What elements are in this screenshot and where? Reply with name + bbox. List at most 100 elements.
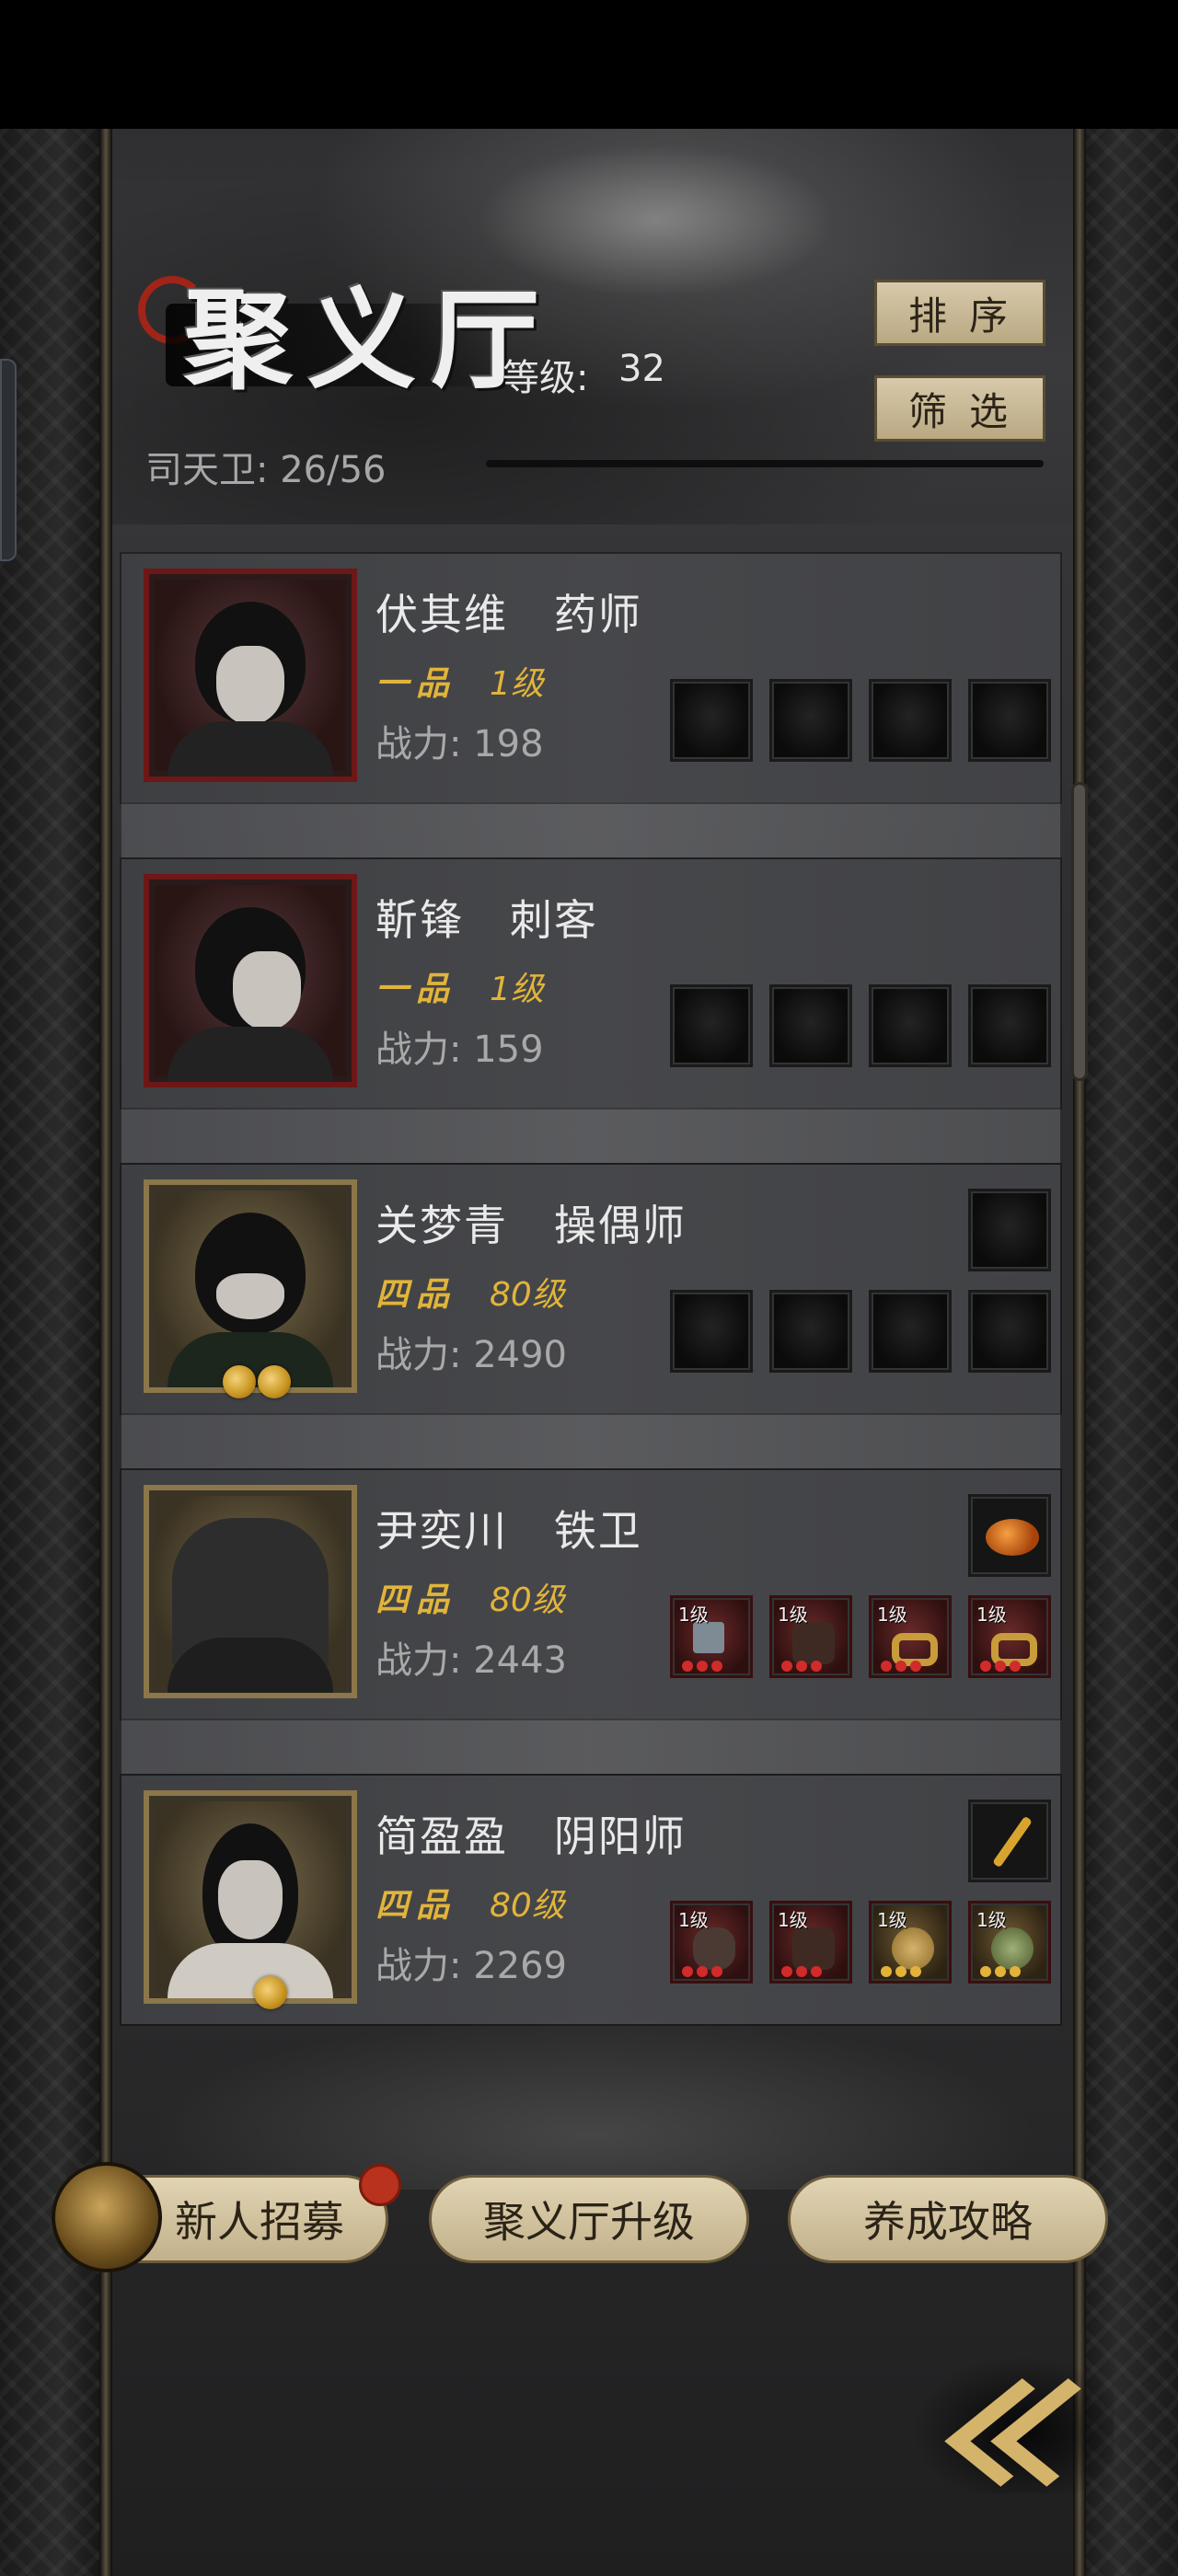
member-portrait[interactable]	[144, 1179, 357, 1393]
member-name: 靳锋 刺客	[375, 895, 598, 945]
portrait-shoulders	[167, 1638, 333, 1693]
member-card[interactable]: 关梦青 操偶师 四品 80级 战力: 2490	[121, 1165, 1060, 1413]
page-title: 聚义厅	[184, 276, 555, 404]
guide-button[interactable]: 养成攻略	[788, 2175, 1108, 2263]
special-slot-gem[interactable]	[968, 1494, 1051, 1577]
armor-icon	[792, 1927, 835, 1970]
portrait-shoulders	[167, 721, 333, 776]
list-divider	[121, 1715, 1060, 1774]
equipment-slot-empty[interactable]	[869, 1290, 952, 1373]
member-power: 战力: 2443	[375, 1639, 567, 1682]
member-level: 1级	[490, 971, 544, 1008]
member-grade: 一品	[375, 970, 457, 1008]
equip-level: 1级	[877, 1604, 907, 1626]
equipment-slot-empty[interactable]	[869, 679, 952, 762]
equip-stars	[682, 1661, 722, 1672]
equip-level: 1级	[778, 1909, 808, 1931]
tool-icon	[693, 1927, 735, 1970]
equipment-slot[interactable]: 1级	[968, 1901, 1051, 1984]
equip-stars	[682, 1966, 722, 1977]
sort-button[interactable]: 排序	[874, 280, 1045, 346]
equip-level: 1级	[678, 1604, 709, 1626]
portrait-shoulders	[167, 1943, 333, 1998]
member-grade: 四品	[375, 1886, 457, 1925]
equip-stars	[881, 1966, 921, 1977]
equipment-slot[interactable]: 1级	[670, 1595, 753, 1678]
portrait-face	[218, 1860, 283, 1939]
member-name: 关梦青 操偶师	[375, 1201, 687, 1250]
list-scrollbar[interactable]	[1071, 782, 1088, 1081]
filter-button[interactable]: 筛选	[874, 375, 1045, 442]
member-name: 尹奕川 铁卫	[375, 1506, 642, 1556]
notification-dot-icon	[359, 2164, 401, 2206]
equipment-slot-empty[interactable]	[670, 679, 753, 762]
equipment-slot[interactable]: 1级	[968, 1595, 1051, 1678]
member-level: 80级	[490, 1581, 565, 1619]
equipment-slot[interactable]: 1级	[670, 1901, 753, 1984]
member-grade: 四品	[375, 1581, 457, 1619]
amber-gem-icon	[986, 1519, 1039, 1556]
back-button[interactable]	[911, 2355, 1125, 2493]
guard-progress-track	[486, 460, 1044, 467]
equipment-slot-empty[interactable]	[869, 984, 952, 1067]
portrait-face	[216, 646, 284, 725]
special-slot-staff[interactable]	[968, 1800, 1051, 1882]
equipment-slot-empty[interactable]	[968, 679, 1051, 762]
list-divider	[121, 799, 1060, 857]
equipment-slot-empty[interactable]	[968, 1290, 1051, 1373]
list-divider	[121, 1104, 1060, 1163]
jade-coin-icon	[991, 1927, 1034, 1970]
equipment-slot-empty[interactable]	[670, 1290, 753, 1373]
equip-stars	[881, 1661, 921, 1672]
member-power: 战力: 198	[375, 723, 544, 765]
awakening-swirl-icon	[258, 1365, 291, 1398]
equipment-slot-empty[interactable]	[670, 984, 753, 1067]
mist-overlay	[112, 2006, 1073, 2190]
portrait-shoulders	[167, 1027, 333, 1082]
portrait-face	[232, 951, 301, 1030]
member-card[interactable]: 靳锋 刺客 一品 1级 战力: 159	[121, 859, 1060, 1108]
equipment-slot-empty[interactable]	[968, 984, 1051, 1067]
equip-stars	[781, 1661, 822, 1672]
member-card[interactable]: 尹奕川 铁卫 四品 80级 战力: 2443 1级 1级 1级 1级	[121, 1470, 1060, 1719]
guard-count: 司天卫: 26/56	[145, 449, 387, 491]
member-level: 80级	[490, 1887, 565, 1925]
status-bar	[0, 0, 1178, 129]
equipment-slot[interactable]: 1级	[769, 1595, 852, 1678]
side-edge-tab[interactable]	[0, 359, 17, 561]
member-name: 简盈盈 阴阳师	[375, 1811, 687, 1861]
equipment-slot[interactable]: 1级	[869, 1595, 952, 1678]
equip-level: 1级	[877, 1909, 907, 1931]
equipment-slot[interactable]: 1级	[769, 1901, 852, 1984]
member-grade: 四品	[375, 1275, 457, 1314]
equip-stars	[980, 1966, 1021, 1977]
hall-level-label: 等级:	[502, 357, 589, 399]
member-name: 伏其维 药师	[375, 590, 642, 639]
equip-level: 1级	[976, 1604, 1007, 1626]
member-portrait[interactable]	[144, 874, 357, 1087]
member-portrait[interactable]	[144, 569, 357, 782]
member-grade: 一品	[375, 664, 457, 703]
awakening-badges	[254, 1976, 287, 2009]
talisman-icon	[892, 1927, 934, 1970]
hall-level-value: 32	[618, 348, 665, 390]
equip-level: 1级	[976, 1909, 1007, 1931]
equipment-slot[interactable]: 1级	[869, 1901, 952, 1984]
awakening-badges	[223, 1365, 291, 1398]
awakening-swirl-icon	[254, 1976, 287, 2009]
recruit-token-icon[interactable]	[52, 2162, 162, 2272]
member-portrait[interactable]	[144, 1790, 357, 2004]
member-portrait[interactable]	[144, 1485, 357, 1698]
equipment-slot-empty[interactable]	[769, 1290, 852, 1373]
hammer-weapon-icon	[693, 1622, 724, 1653]
equipment-slot-empty[interactable]	[769, 984, 852, 1067]
equip-level: 1级	[678, 1909, 709, 1931]
golden-staff-icon	[992, 1815, 1033, 1869]
member-power: 战力: 2490	[375, 1334, 567, 1376]
member-card[interactable]: 简盈盈 阴阳师 四品 80级 战力: 2269 1级 1级 1级 1级	[121, 1776, 1060, 2024]
special-slot-empty[interactable]	[968, 1189, 1051, 1271]
member-card[interactable]: 伏其维 药师 一品 1级 战力: 198	[121, 554, 1060, 802]
hall-upgrade-button[interactable]: 聚义厅升级	[429, 2175, 749, 2263]
portrait-face	[216, 1273, 284, 1319]
equipment-slot-empty[interactable]	[769, 679, 852, 762]
